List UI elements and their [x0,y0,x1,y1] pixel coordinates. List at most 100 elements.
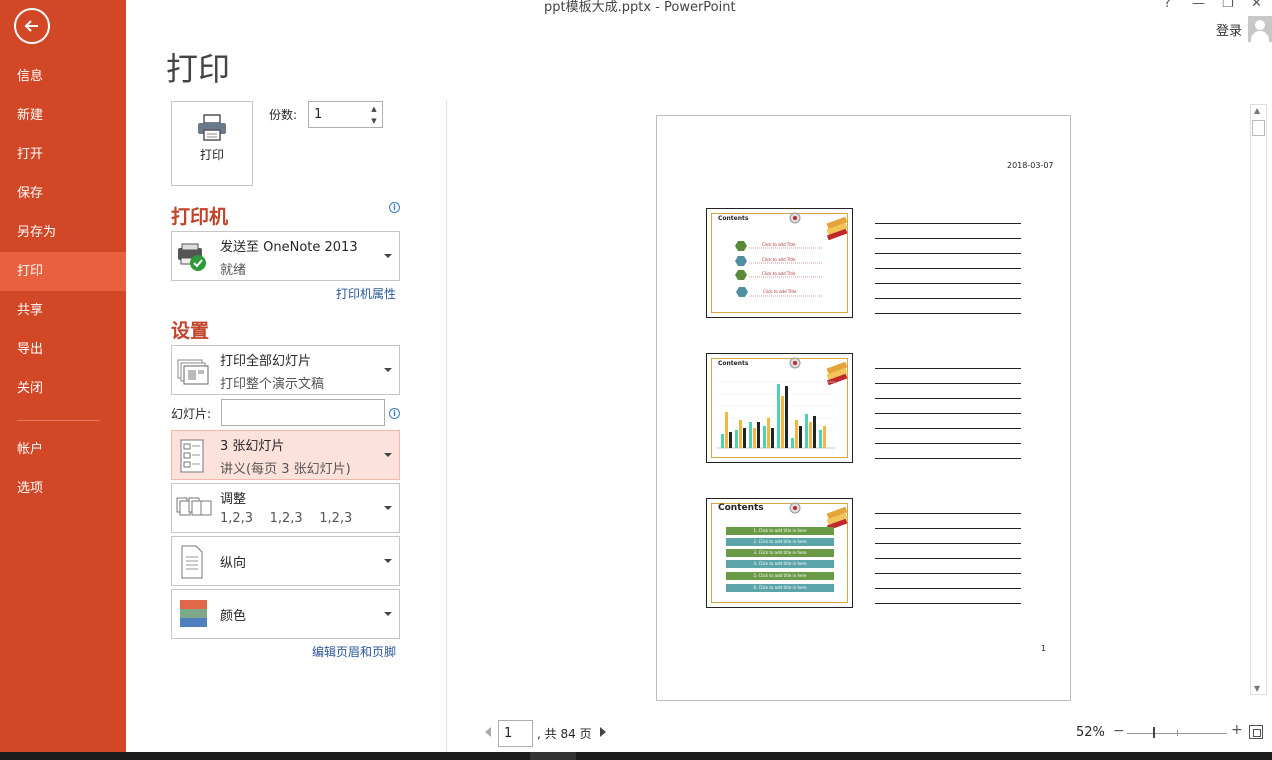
restore-button[interactable]: ❐ [1222,0,1234,11]
preview-date: 2018-03-07 [1007,161,1054,170]
zoom-percent[interactable]: 52% [1076,725,1105,740]
powerpoint-print-view: 信息 新建 打开 保存 另存为 打印 共享 导出 关闭 帐户 选项 ppt模板大… [0,0,1272,760]
scroll-down-icon[interactable]: ▼ [1254,684,1260,693]
layout-dropdown[interactable]: 3 张幻灯片 讲义(每页 3 张幻灯片) [171,430,400,480]
printer-status: 就绪 [220,263,247,278]
bar-chart-graphic [717,381,835,449]
title-bar: ppt模板大成.pptx - PowerPoint ? — ❐ ✕ [126,0,1272,15]
decoration-icon [826,506,848,530]
color-label: 颜色 [220,609,247,624]
spin-down-icon[interactable]: ▼ [368,116,380,126]
zoom-slider-knob[interactable] [1153,727,1155,738]
taskbar [0,752,1272,760]
minimize-button[interactable]: — [1192,0,1205,11]
collate-dropdown[interactable]: 调整 1,2,3 1,2,3 1,2,3 [171,483,400,533]
slide-thumbnail: Contents Click to add Title Click to add… [706,208,853,318]
printer-dropdown[interactable]: 发送至 OneNote 2013 就绪 [171,231,400,281]
copies-value: 1 [314,107,323,122]
sidebar-divider [17,420,100,421]
thumb-title: Contents [718,360,749,367]
logo-icon [789,357,801,369]
printer-section-title: 打印机 [171,206,229,228]
info-icon[interactable]: i [389,408,400,419]
thumb-item: 1. Click to add title in here [726,527,834,535]
zoom-out-button[interactable]: − [1113,723,1125,739]
sidebar-item-info[interactable]: 信息 [0,57,126,96]
thumb-item: 6. Click to add title in here [726,584,834,592]
page-number-input[interactable]: 1 [498,720,533,747]
print-range-main: 打印全部幻灯片 [220,354,312,369]
preview-scrollbar[interactable]: ▲ ▼ [1250,104,1267,695]
collate-main: 调整 [220,492,247,507]
thumb-item: Click to add Title [762,271,796,276]
back-arrow-icon [24,20,38,32]
print-range-sub: 打印整个演示文稿 [220,377,325,392]
header-footer-link[interactable]: 编辑页眉和页脚 [312,643,396,660]
login-link[interactable]: 登录 [1216,20,1242,39]
color-dropdown[interactable]: 颜色 [171,589,400,639]
next-page-icon[interactable] [600,727,606,737]
chevron-down-icon [384,254,392,258]
thumb-title: Contents [718,503,764,513]
page-total: , 共 84 页 [537,727,592,741]
chevron-down-icon [384,368,392,372]
scrollbar-thumb[interactable] [1252,120,1265,136]
sidebar-item-save-as[interactable]: 另存为 [0,213,126,252]
slide-thumbnail: Contents 1. Click to add title in here 2… [706,498,853,608]
collate-icon [176,497,212,516]
page-title: 打印 [166,50,231,88]
handout-layout-icon [180,439,204,473]
panel-divider [446,100,447,752]
print-button-label: 打印 [199,148,224,162]
copies-input[interactable]: 1 ▲ ▼ [308,101,383,128]
logo-icon [789,502,801,514]
portrait-page-icon [181,545,203,579]
chevron-down-icon [384,612,392,616]
printer-icon [198,114,226,141]
help-button[interactable]: ? [1164,0,1171,11]
scroll-up-icon[interactable]: ▲ [1254,106,1260,115]
orientation-label: 纵向 [220,556,247,571]
thumb-item: Click to add Title [762,257,796,262]
onenote-printer-icon [178,243,206,271]
layout-main: 3 张幻灯片 [220,439,285,454]
chevron-down-icon [384,559,392,563]
previous-page-icon[interactable] [485,727,491,737]
info-icon[interactable]: i [389,202,400,213]
sidebar-item-export[interactable]: 导出 [0,330,126,369]
print-range-dropdown[interactable]: 打印全部幻灯片 打印整个演示文稿 [171,345,400,395]
decoration-icon [826,216,848,240]
sidebar-item-options[interactable]: 选项 [0,469,126,508]
close-button[interactable]: ✕ [1251,0,1262,11]
slides-input[interactable] [221,399,385,426]
preview-page-number: 1 [1041,644,1047,653]
notes-lines [875,223,1021,328]
zoom-in-button[interactable]: + [1231,722,1243,738]
thumb-item: 4. Click to add title in here [726,560,834,568]
sidebar-item-open[interactable]: 打开 [0,135,126,174]
chevron-down-icon [384,453,392,457]
orientation-dropdown[interactable]: 纵向 [171,536,400,586]
sidebar-item-close[interactable]: 关闭 [0,369,126,408]
fit-to-window-icon[interactable] [1249,725,1263,739]
collate-sub: 1,2,3 1,2,3 1,2,3 [220,511,353,526]
chevron-down-icon [384,506,392,510]
print-preview-page: 2018-03-07 Contents Click to add Title C… [656,115,1071,701]
sidebar-item-share[interactable]: 共享 [0,291,126,330]
thumb-item: 3. Click to add title in here [726,549,834,557]
thumb-item: 2. Click to add title in here [726,538,834,546]
thumb-item: Click to add Title [763,289,797,294]
printer-properties-link[interactable]: 打印机属性 [336,285,396,302]
printer-name: 发送至 OneNote 2013 [220,240,358,255]
sidebar-item-print[interactable]: 打印 [0,252,126,291]
zoom-100-tick [1177,730,1178,736]
sidebar-item-account[interactable]: 帐户 [0,430,126,469]
spin-up-icon[interactable]: ▲ [368,104,380,114]
slides-stack-icon [177,359,209,385]
avatar[interactable] [1248,16,1272,42]
sidebar-item-new[interactable]: 新建 [0,96,126,135]
back-button[interactable] [14,8,50,44]
sidebar-item-save[interactable]: 保存 [0,174,126,213]
print-button[interactable]: 打印 [171,101,253,186]
settings-section-title: 设置 [171,320,210,342]
